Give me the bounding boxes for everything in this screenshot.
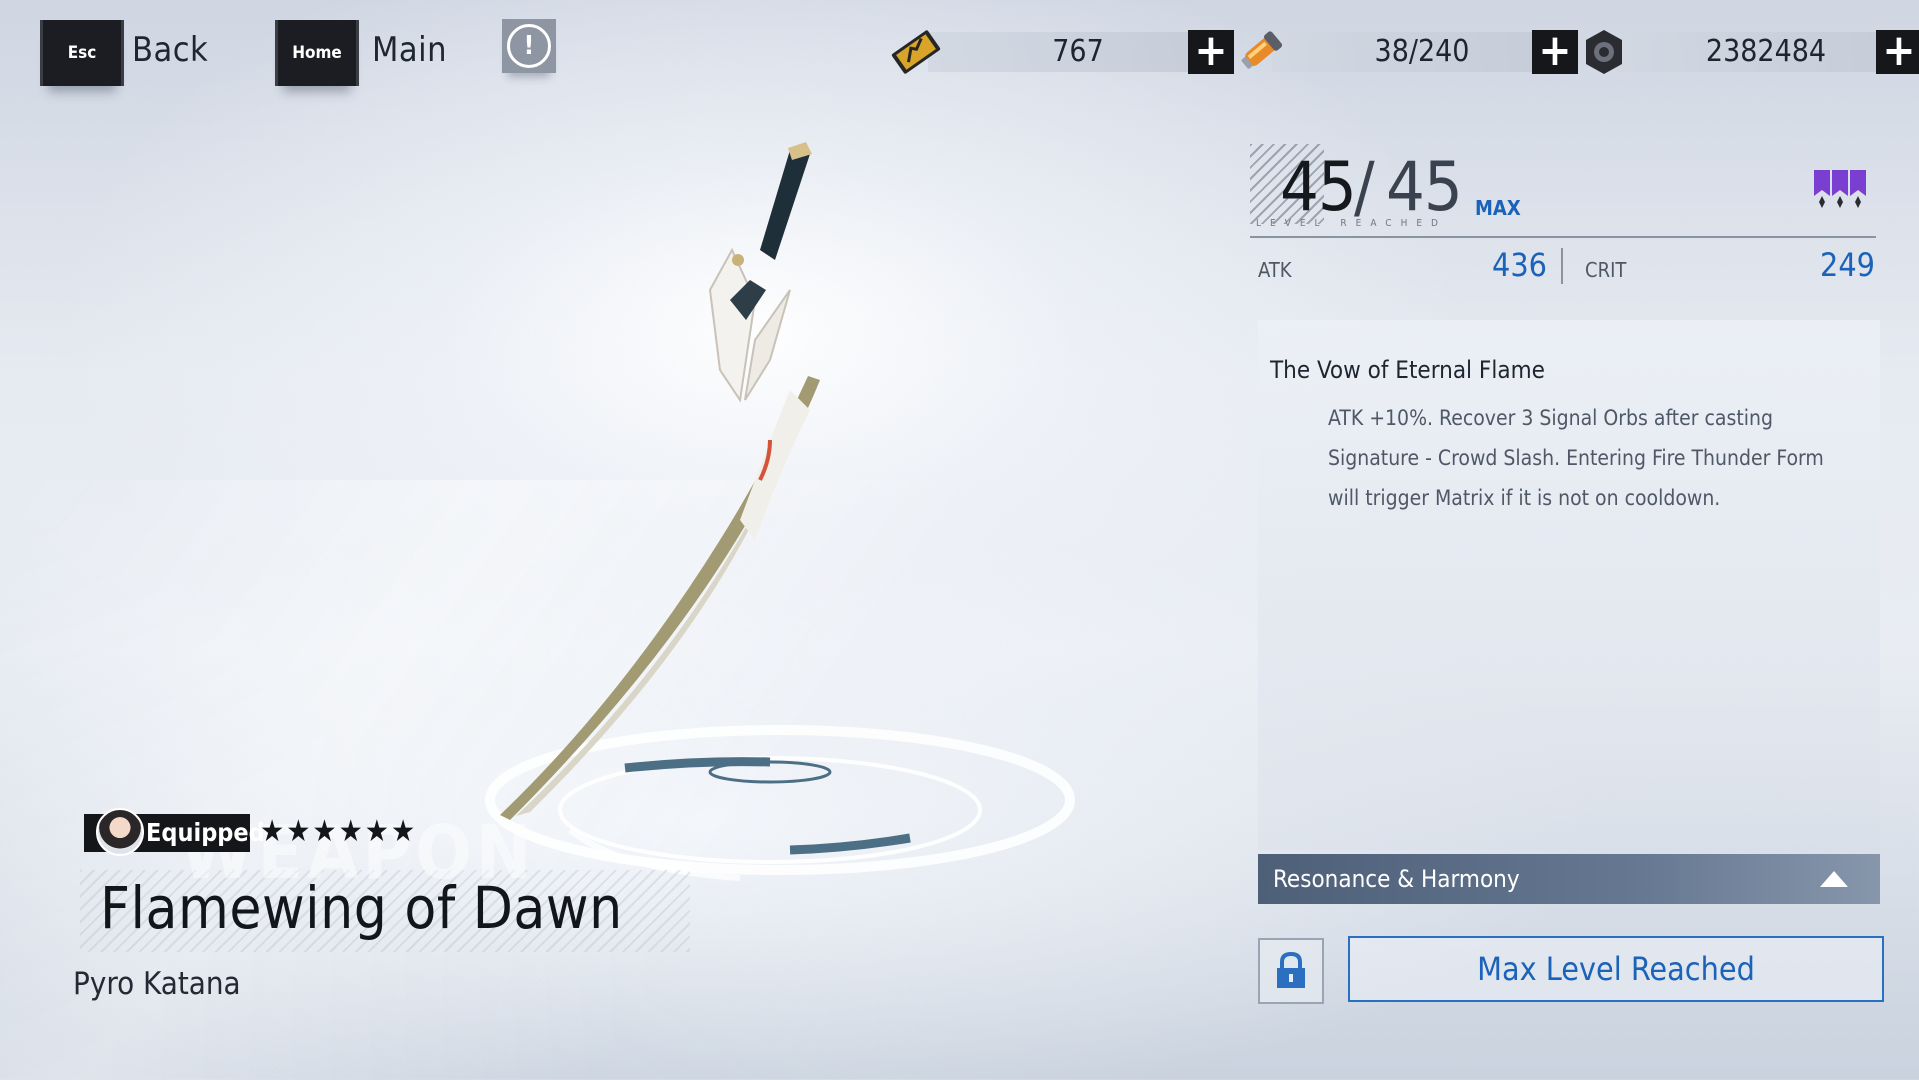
energy-vial-icon [1241,31,1283,69]
rank-emblem-icon [1814,170,1866,208]
level-display: 45 / 45 MAX LEVEL REACHED [1250,140,1880,240]
add-energy-button[interactable]: + [1532,29,1578,74]
back-key[interactable]: Esc [40,20,124,86]
main-label[interactable]: Main [372,30,447,70]
currency-value: 38/240 [1374,34,1470,69]
ticket-icon [891,30,941,74]
stat-crit-value: 249 [1820,246,1875,284]
add-gold-button[interactable]: + [1876,29,1919,74]
level-slash: / [1354,148,1375,227]
add-ticket-button[interactable]: + [1188,29,1234,74]
stat-crit-label: CRIT [1585,258,1627,282]
resonance-harmony-toggle[interactable]: Resonance & Harmony [1258,854,1880,904]
effect-title: The Vow of Eternal Flame [1270,356,1545,384]
max-level-button[interactable]: Max Level Reached [1348,936,1884,1002]
currency-value: 2382484 [1705,34,1827,69]
stat-atk-label: ATK [1258,258,1292,282]
level-max: 45 [1386,148,1463,227]
back-label[interactable]: Back [132,30,208,70]
max-tag: MAX [1475,196,1521,220]
effect-description: ATK +10%. Recover 3 Signal Orbs after ca… [1328,406,1824,510]
stat-divider [1561,248,1563,284]
star-rating: ★★★★★★ [260,814,418,849]
resonance-label: Resonance & Harmony [1273,865,1520,893]
info-icon: ! [507,24,551,68]
chevron-up-icon [1820,871,1848,887]
equipped-badge: Equipped [84,808,265,856]
stat-atk-value: 436 [1492,246,1547,284]
avatar [96,808,144,856]
equipped-label: Equipped [146,818,265,847]
home-key[interactable]: Home [275,20,359,86]
gear-nut-icon [1586,30,1622,74]
level-current: 45 [1280,148,1357,227]
lock-icon [1277,952,1305,988]
lock-button[interactable] [1258,938,1324,1004]
level-caption: LEVEL REACHED [1256,218,1447,229]
currency-value: 767 [1052,34,1104,69]
weapon-name: Flamewing of Dawn [100,874,623,942]
level-divider [1250,236,1876,238]
weapon-sword-art [500,142,820,820]
info-button[interactable]: ! [502,19,556,73]
weapon-type: Pyro Katana [73,966,241,1002]
effect-panel: The Vow of Eternal Flame ATK +10%. Recov… [1258,320,1880,850]
